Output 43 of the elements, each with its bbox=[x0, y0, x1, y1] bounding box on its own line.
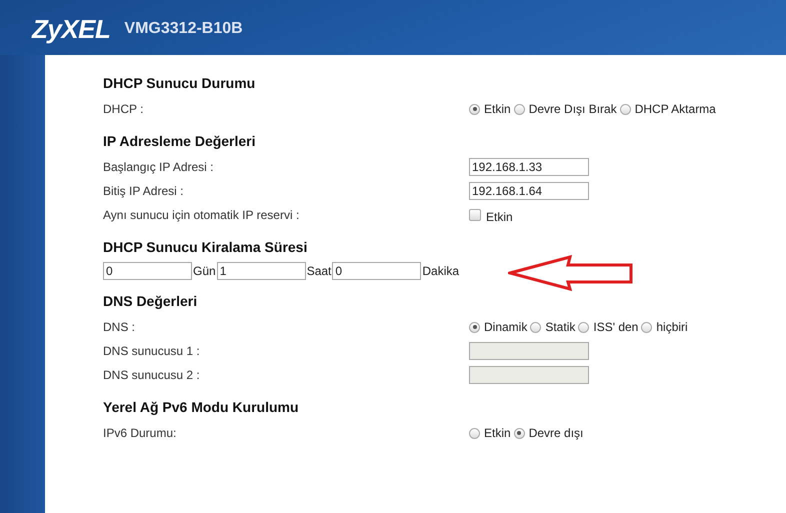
radio-label: Etkin bbox=[484, 102, 511, 116]
radio-label: Dinamik bbox=[484, 320, 528, 334]
radio-label: Statik bbox=[545, 320, 576, 334]
field-label: DNS sunucusu 1 : bbox=[103, 344, 201, 358]
section-title: DHCP Sunucu Durumu bbox=[103, 75, 256, 91]
radio-button[interactable] bbox=[514, 428, 525, 438]
unit-label: Dakika bbox=[422, 264, 460, 278]
field-label: Bitiş IP Adresi : bbox=[103, 184, 184, 198]
unit-label: Gün bbox=[193, 264, 216, 278]
radio-button[interactable] bbox=[530, 322, 542, 332]
section-title: DNS Değerleri bbox=[103, 293, 198, 309]
radio-button[interactable] bbox=[578, 322, 590, 332]
input-field[interactable]: 0 bbox=[103, 262, 192, 280]
logo: ZyXEL bbox=[32, 16, 110, 42]
input-field[interactable]: 192.168.1.64 bbox=[469, 182, 589, 200]
input-field[interactable]: 1 bbox=[216, 262, 306, 280]
field-label: IPv6 Durumu: bbox=[103, 426, 178, 440]
input-field[interactable]: 0 bbox=[332, 262, 422, 280]
section-title: IP Adresleme Değerleri bbox=[103, 133, 256, 149]
input-field[interactable]: 192.168.1.33 bbox=[469, 158, 589, 176]
radio-button[interactable] bbox=[641, 322, 652, 332]
field-label: Başlangıç IP Adresi : bbox=[103, 160, 215, 174]
unit-label: Saat bbox=[306, 264, 332, 278]
radio-button[interactable] bbox=[469, 428, 480, 438]
field-label: DHCP : bbox=[103, 102, 144, 116]
field-label: DNS sunucusu 2 : bbox=[103, 368, 201, 382]
radio-button[interactable] bbox=[620, 104, 631, 114]
section-title: Yerel Ağ Pv6 Modu Kurulumu bbox=[103, 399, 299, 415]
radio-button[interactable] bbox=[469, 322, 480, 332]
section-title: DHCP Sunucu Kiralama Süresi bbox=[103, 239, 308, 255]
radio-label: Etkin bbox=[484, 426, 511, 440]
radio-label: DHCP Aktarma bbox=[634, 102, 716, 116]
model-name: VMG3312-B10B bbox=[124, 20, 243, 38]
radio-label: ISS' den bbox=[593, 320, 638, 334]
radio-button[interactable] bbox=[469, 104, 480, 114]
radio-label: Devre dışı bbox=[528, 426, 584, 440]
checkbox[interactable] bbox=[469, 209, 481, 221]
field-label: Aynı sunucu için otomatik IP reservi : bbox=[103, 208, 300, 222]
radio-label: hiçbiri bbox=[656, 320, 688, 334]
radio-button[interactable] bbox=[514, 104, 525, 114]
checkbox-label: Etkin bbox=[486, 210, 513, 224]
field-label: DNS : bbox=[103, 320, 136, 334]
radio-label: Devre Dışı Bırak bbox=[528, 102, 617, 116]
